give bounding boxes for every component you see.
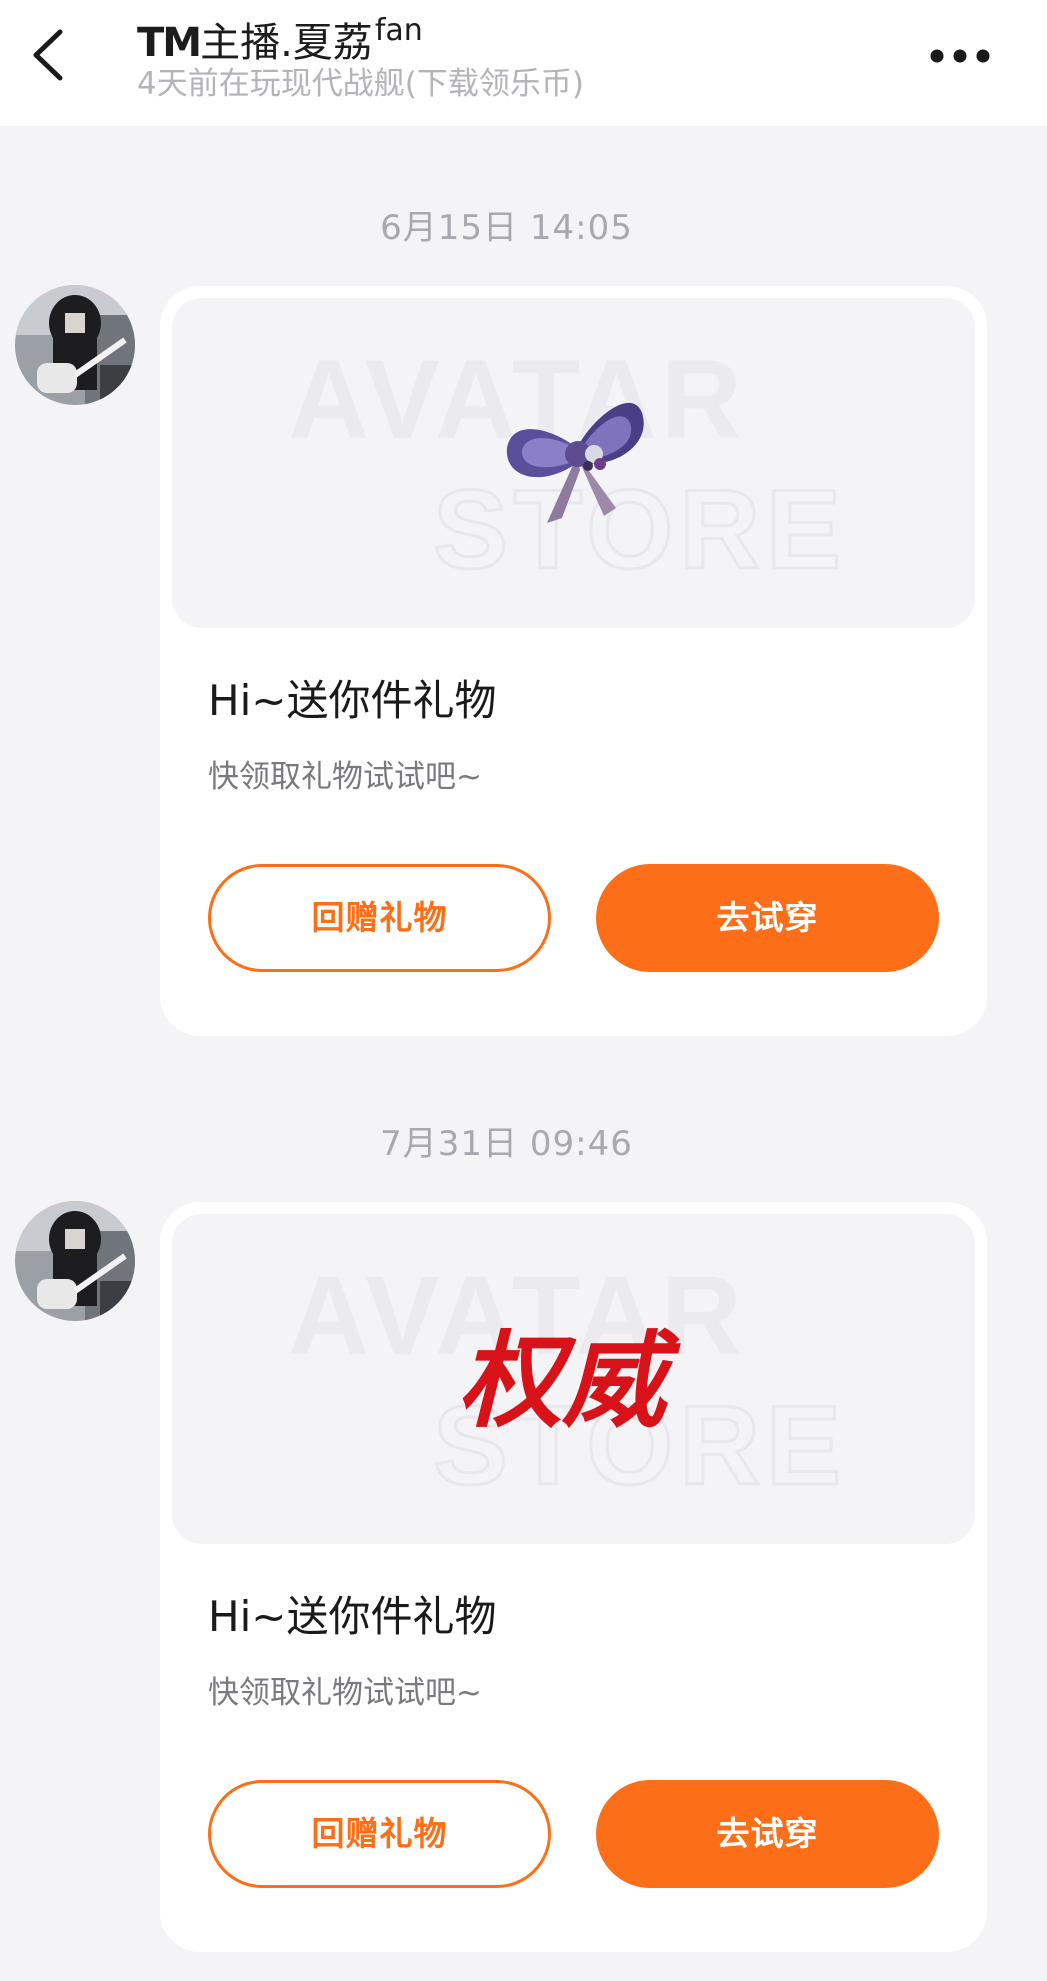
return-gift-button[interactable]: 回赠礼物 (208, 864, 551, 972)
gift-preview[interactable]: AVATAR STORE 权威 (172, 1214, 975, 1544)
back-button[interactable] (24, 20, 84, 90)
more-options-button[interactable] (925, 36, 995, 76)
chevron-left-icon (33, 29, 63, 81)
try-on-button[interactable]: 去试穿 (596, 864, 939, 972)
gift-message-title: Hi~送你件礼物 (208, 676, 497, 725)
gift-message-subtitle: 快领取礼物试试吧~ (208, 1675, 482, 1711)
sender-avatar[interactable] (15, 285, 135, 405)
user-activity-status[interactable]: 4天前在玩现代战舰(下载领乐币) (137, 64, 584, 104)
bow-icon (506, 402, 644, 523)
gift-preview[interactable]: AVATAR STORE (172, 298, 975, 628)
more-dots-icon (930, 49, 990, 63)
try-on-button[interactable]: 去试穿 (596, 1780, 939, 1888)
gift-message-subtitle: 快领取礼物试试吧~ (208, 759, 482, 795)
title-suffix: fan (374, 13, 423, 48)
authority-calligraphy-icon: 权威 (458, 1319, 681, 1442)
sender-avatar[interactable] (15, 1201, 135, 1321)
title-name: 主播.夏荔 (200, 20, 373, 66)
gift-calligraphy-text: 权威 (458, 1319, 681, 1442)
gift-message-card[interactable]: AVATAR STORE 权威 Hi~送你件礼物 快领取礼物试试吧~ 回赠礼物 … (160, 1202, 987, 1952)
chat-header: TM主播.夏荔fan 4天前在玩现代战舰(下载领乐币) (0, 0, 1047, 126)
title-prefix: TM (137, 20, 202, 66)
message-timestamp: 7月31日 09:46 (380, 1124, 633, 1164)
gift-message-card[interactable]: AVATAR STORE Hi~送你件礼物 快领取礼物试试吧~ 回赠礼物 去试穿 (160, 286, 987, 1036)
message-timestamp: 6月15日 14:05 (380, 208, 633, 248)
return-gift-button[interactable]: 回赠礼物 (208, 1780, 551, 1888)
gift-message-title: Hi~送你件礼物 (208, 1592, 497, 1641)
chat-title[interactable]: TM主播.夏荔fan (137, 6, 423, 68)
